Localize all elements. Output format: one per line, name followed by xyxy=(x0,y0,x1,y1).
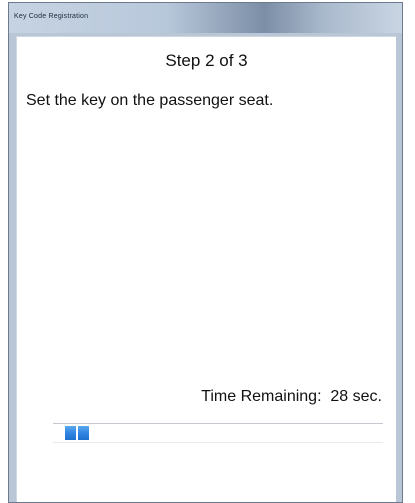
progress-block xyxy=(78,426,89,440)
window-title: Key Code Registration xyxy=(14,13,89,20)
progress-baseline xyxy=(53,442,383,443)
time-remaining: Time Remaining: 28 sec. xyxy=(201,388,382,406)
title-bar[interactable]: Key Code Registration xyxy=(9,3,402,33)
dialog-content: Step 2 of 3 Set the key on the passenger… xyxy=(16,36,396,502)
progress-block xyxy=(65,426,76,440)
key-code-registration-window: Key Code Registration Step 2 of 3 Set th… xyxy=(8,2,403,503)
instruction-text: Set the key on the passenger seat. xyxy=(26,92,274,109)
step-indicator: Step 2 of 3 xyxy=(165,51,248,70)
progress-bar xyxy=(53,421,383,443)
progress-track xyxy=(53,423,383,424)
progress-fill xyxy=(65,426,89,440)
time-remaining-label: Time Remaining: xyxy=(201,388,322,405)
time-remaining-value: 28 sec. xyxy=(330,388,382,405)
